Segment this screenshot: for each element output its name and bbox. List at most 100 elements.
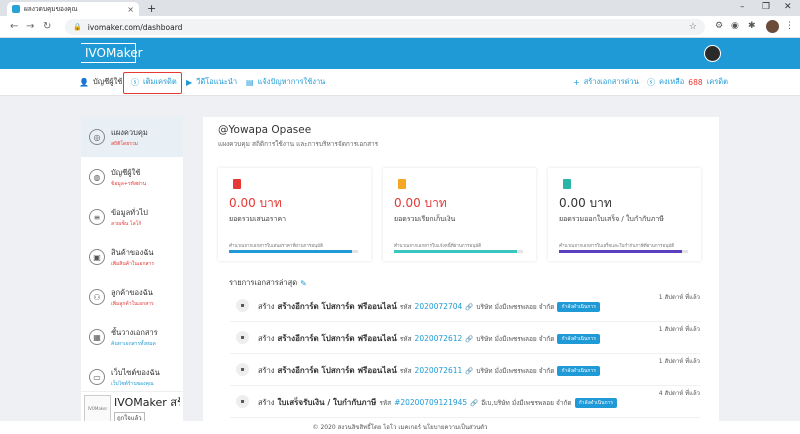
stat-progress-bar [394,250,523,253]
camera-icon[interactable]: ◉ [731,21,739,31]
minimize-icon[interactable]: – [740,2,745,12]
greeting: @Yowapa Opasee [218,124,312,136]
footer: © 2020 สงวนลิขสิทธิ์โดย ไอโว เมคเกอร์ นโ… [0,421,800,434]
ivomaker-logo[interactable]: IVOMaker [81,43,143,63]
forward-icon[interactable]: → [26,21,34,32]
sidebar-item-label: บัญชีผู้ใช้ [111,167,141,177]
doc-code-link[interactable]: 2020072611 [415,366,463,375]
sidebar-item-customers[interactable]: ⚇ ลูกค้าของฉัน เพิ่มลูกค้าในเอกสาร [81,277,183,317]
recent-docs-heading: รายการเอกสารล่าสุด ✎ [229,277,307,289]
video-guide-link[interactable]: ▶ วีดีโอแนะนำ [186,76,237,88]
report-card-icon: ▤ [246,77,254,87]
stat-progress-bar [229,250,358,253]
doc-action: สร้าง [258,333,275,343]
link-icon: 🔗 [465,302,474,311]
doc-code-label: รหัส [399,366,412,375]
plus-icon: + [573,77,580,87]
create-quick-doc-link[interactable]: + สร้างเอกสารด่วน [573,76,639,88]
sidebar-item-documents[interactable]: ▦ ชั้นวางเอกสาร ค้นหาเอกสารทั้งหมด [81,317,183,357]
sidebar-item-sub: ข้อมูล+รหัสผ่าน [111,180,147,187]
shop-card[interactable]: IVOMaker IVOMaker สร้า... ถูกใจแล้ว [81,391,183,425]
sidebar-item-general-info[interactable]: ≡ ข้อมูลทั่วไป ลายเซ็น โลโก้ [81,197,183,237]
reload-icon[interactable]: ↻ [43,21,51,32]
back-icon[interactable]: ← [10,21,18,32]
shop-name: IVOMaker สร้า... [114,396,180,409]
edit-icon[interactable]: ✎ [300,279,307,288]
url-bar[interactable]: 🔒 ivomaker.com/dashboard ☆ [65,19,705,35]
credit-prefix: คงเหลือ [659,77,685,86]
doc-time: 1 สัปดาห์ ที่แล้ว [658,358,700,365]
report-problem-label: แจ้งปัญหาการใช้งาน [257,77,326,86]
sidebar-item-sub: เพิ่มลูกค้าในเอกสาร [111,300,154,307]
doc-time: 1 สัปดาห์ ที่แล้ว [658,294,700,301]
doc-company: อีเบ,บริษัท มั่งมีเพชรพลอย จำกัด [481,398,572,407]
menu-dots-icon[interactable]: ⋮ [785,21,794,31]
account-menu[interactable]: 👤 บัญชีผู้ใช้ [79,76,122,88]
report-problem-link[interactable]: ▤ แจ้งปัญหาการใช้งาน [246,76,325,88]
doc-code-link[interactable]: 2020072704 [415,302,463,311]
doc-time: 1 สัปดาห์ ที่แล้ว [658,326,700,333]
stat-note: คำนวณจากเอกสารใบแจ้งหนี้ที่ผ่านการอนุมัต… [394,244,482,249]
doc-time: 4 สัปดาห์ ที่แล้ว [658,390,700,397]
doc-action: สร้าง [258,397,275,407]
bookmark-star-icon[interactable]: ☆ [689,22,697,32]
stat-progress-fill [559,250,682,253]
receipt-doc-icon [563,179,571,189]
user-avatar[interactable] [704,45,721,62]
doc-row[interactable]: ▪ สร้าง สร้างอีการ์ด โปสการ์ด ฟรีออนไลน์… [230,292,700,322]
doc-row[interactable]: ▪ สร้าง ใบเสร็จรับเงิน / ใบกำกับภาษี รหั… [230,388,700,418]
dashboard-icon: ◎ [89,129,105,145]
maximize-icon[interactable]: ❐ [762,2,770,12]
link-icon: 🔗 [465,334,474,343]
sidebar-item-label: เว็บไซต์ของฉัน [111,367,160,377]
status-badge: กำลังดำเนินการ [557,301,600,312]
stat-progress-fill [394,250,517,253]
extension-icon[interactable]: ⚙ [715,21,723,31]
doc-title: สร้างอีการ์ด โปสการ์ด ฟรีออนไลน์ [277,334,397,343]
shop-thumbnail: IVOMaker [84,395,111,422]
favicon-icon [12,5,20,13]
balance-coin-icon: ⓢ [647,77,655,87]
close-window-icon[interactable]: ✕ [784,2,792,12]
add-credit-highlight [123,72,182,94]
address-bar-area: ← → ↻ 🔒 ivomaker.com/dashboard ☆ ⚙ ◉ ✱ ⋮ [0,16,800,38]
status-badge: กำลังดำเนินการ [557,365,600,376]
documents-icon: ▦ [89,329,105,345]
stat-card-billing: 0.00 บาท ยอดรวมเรียกเก็บเงิน คำนวณจากเอก… [383,168,536,261]
stat-label: ยอดรวมเสนอราคา [229,215,287,223]
account-label: บัญชีผู้ใช้ [92,77,123,86]
file-icon: ▪ [236,331,249,344]
doc-row[interactable]: ▪ สร้าง สร้างอีการ์ด โปสการ์ด ฟรีออนไลน์… [230,324,700,354]
status-badge: กำลังดำเนินการ [557,333,600,344]
doc-row[interactable]: ▪ สร้าง สร้างอีการ์ด โปสการ์ด ฟรีออนไลน์… [230,356,700,386]
browser-profile-avatar[interactable] [766,20,779,33]
browser-tab[interactable]: ผลงวดบคุมของคุณ × [7,2,139,16]
doc-company: บริษัท มั่งมีเพชรพลอย จำกัด [476,302,555,311]
sidebar-item-account[interactable]: ◍ บัญชีผู้ใช้ ข้อมูล+รหัสผ่าน [81,157,183,197]
tab-close-icon[interactable]: × [127,5,134,14]
sidebar-item-label: แผงควบคุม [111,127,148,137]
credit-balance[interactable]: ⓢ คงเหลือ 688 เครดิต [647,76,728,88]
doc-action: สร้าง [258,365,275,375]
stat-card-receipt: 0.00 บาท ยอดรวมออกใบเสร็จ / ใบกำกับภาษี … [548,168,701,261]
logo-text: IVOMaker [85,46,143,60]
sidebar-item-sub: สถิติโดยรวม [111,140,138,147]
new-tab-icon[interactable]: + [147,2,156,15]
website-icon: ▭ [89,369,105,385]
doc-code-label: รหัส [399,334,412,343]
sidebar-item-sub: เว็บไซต์ร้านของคุณ [111,380,154,387]
doc-code-link[interactable]: 2020072612 [415,334,463,343]
link-icon: 🔗 [465,366,474,375]
sidebar-item-label: ข้อมูลทั่วไป [111,207,148,217]
link-icon: 🔗 [470,398,479,407]
puzzle-icon[interactable]: ✱ [748,21,756,31]
stat-value: 0.00 บาท [229,196,282,210]
sidebar-item-products[interactable]: ▣ สินค้าของฉัน เพิ่มสินค้าในเอกสาร [81,237,183,277]
sidebar-item-sub: ค้นหาเอกสารทั้งหมด [111,340,156,347]
doc-code-label: รหัส [379,398,392,407]
user-icon: 👤 [79,77,89,87]
lock-icon: 🔒 [73,23,82,31]
recent-docs-title: รายการเอกสารล่าสุด [229,278,298,287]
sidebar-item-dashboard[interactable]: ◎ แผงควบคุมสถิติโดยรวม [81,117,183,157]
doc-code-link[interactable]: #20200709121945 [394,398,467,407]
